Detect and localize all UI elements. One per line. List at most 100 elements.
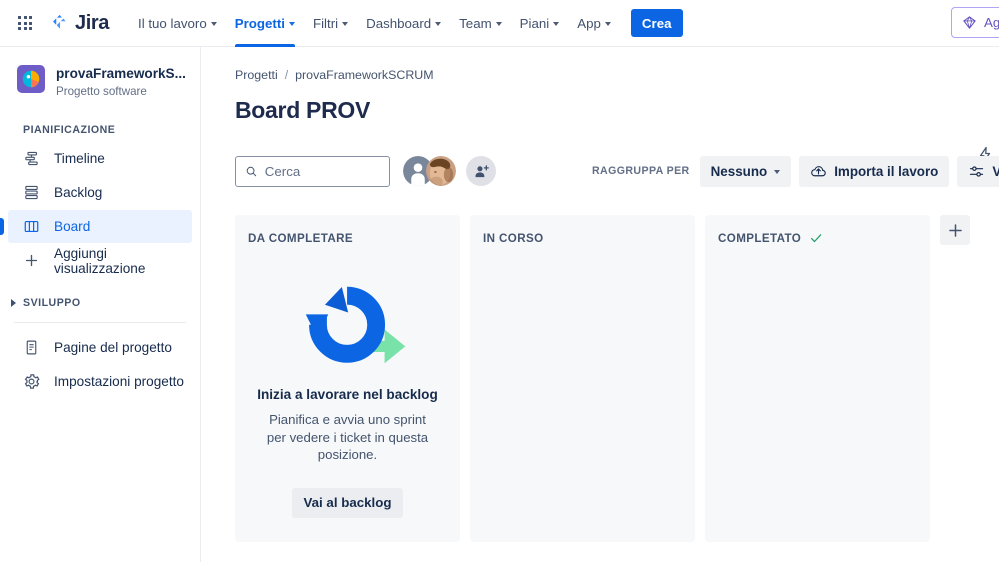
nav-label: Progetti: [234, 15, 285, 31]
timeline-icon: [25, 151, 38, 166]
page-title: Board PROV: [235, 96, 371, 123]
add-column-button[interactable]: [940, 215, 970, 245]
upgrade-button[interactable]: Ag: [951, 7, 999, 38]
sidebar-item-pagine-del-progetto[interactable]: Pagine del progetto: [8, 331, 192, 364]
avatar-photo-user[interactable]: [426, 156, 456, 186]
sidebar-item-aggiungi-visualizzazione[interactable]: Aggiungi visualizzazione: [8, 244, 192, 277]
nav-item-dashboard[interactable]: Dashboard: [357, 0, 450, 47]
nav-label: Il tuo lavoro: [138, 15, 207, 31]
nav-label: App: [577, 15, 601, 31]
nav-item-il-tuo-lavoro[interactable]: Il tuo lavoro: [129, 0, 226, 47]
right-controls-group: RAGGRUPPA PER Nessuno Importa il lavoro: [592, 155, 999, 187]
group-by-label: RAGGRUPPA PER: [592, 165, 690, 177]
sidebar-divider: [14, 322, 186, 323]
sidebar-item-timeline[interactable]: Timeline: [8, 142, 192, 175]
nav-item-progetti[interactable]: Progetti: [226, 0, 304, 47]
board-main-content: Progetti / provaFrameworkSCRUM Board PRO…: [201, 47, 999, 562]
chevron-down-icon: [495, 22, 502, 26]
chevron-right-icon: [11, 299, 16, 307]
diamond-icon: [963, 16, 976, 29]
board-columns-icon: [24, 220, 39, 233]
plus-icon: [25, 254, 38, 267]
sidebar-item-label: Impostazioni progetto: [54, 374, 184, 389]
search-input[interactable]: [264, 163, 380, 179]
nav-label: Team: [459, 15, 492, 31]
gear-icon: [24, 374, 40, 389]
sidebar-item-impostazioni-progetto[interactable]: Impostazioni progetto: [8, 365, 192, 398]
project-header[interactable]: provaFrameworkS... Progetto software: [0, 59, 200, 98]
board-column-completato[interactable]: COMPLETATO: [705, 215, 930, 542]
sidebar-item-label: Board: [54, 219, 91, 234]
sidebar-item-label: Aggiungi visualizzazione: [54, 245, 146, 276]
breadcrumb-separator: /: [284, 68, 289, 82]
jira-logo-text: Jira: [75, 11, 109, 34]
board-columns: DA COMPLETARE Inizia a lavorare nel back…: [235, 215, 999, 542]
primary-nav-items: Il tuo lavoro Progetti Filtri Dashboard …: [129, 0, 683, 47]
sidebar-item-board[interactable]: Board: [0, 210, 192, 243]
sidebar-item-backlog[interactable]: Backlog: [8, 176, 192, 209]
view-settings-label: Visualizza i: [992, 163, 999, 179]
empty-state-subtitle: Pianifica e avvia uno sprint per vedere …: [266, 412, 429, 462]
jira-home-link[interactable]: Jira: [50, 12, 109, 35]
nav-label: Filtri: [312, 15, 339, 31]
nav-label: Piani: [519, 15, 550, 31]
nav-item-team[interactable]: Team: [450, 0, 511, 47]
chevron-down-icon: [342, 22, 349, 26]
app-switcher-grid-icon[interactable]: [13, 11, 37, 35]
project-sidebar: provaFrameworkS... Progetto software PIA…: [0, 47, 201, 562]
title-row: Board PROV: [235, 93, 999, 127]
import-work-label: Importa il lavoro: [834, 163, 939, 179]
column-header: IN CORSO: [481, 228, 684, 248]
sidebar-item-label: Timeline: [54, 151, 105, 166]
view-settings-button[interactable]: Visualizza i: [957, 155, 999, 187]
column-header: COMPLETATO: [716, 228, 919, 248]
top-navigation-bar: Jira Il tuo lavoro Progetti Filtri Dashb…: [0, 0, 999, 47]
column-title: DA COMPLETARE: [248, 231, 354, 245]
plus-icon: [948, 223, 962, 237]
sidebar-section-label: SVILUPPO: [23, 297, 81, 309]
project-type: Progetto software: [56, 85, 147, 98]
column-title: IN CORSO: [483, 231, 544, 245]
cloud-upload-icon: [811, 165, 826, 176]
chevron-down-icon: [288, 22, 295, 26]
group-by-value: Nessuno: [710, 163, 768, 179]
board-controls-row: RAGGRUPPA PER Nessuno Importa il lavoro: [235, 155, 999, 187]
add-person-icon: [475, 164, 489, 177]
board-column-in-corso[interactable]: IN CORSO: [470, 215, 695, 542]
project-name: provaFrameworkS...: [56, 66, 186, 81]
chevron-down-icon: [435, 22, 442, 26]
search-input-wrapper[interactable]: [235, 155, 390, 187]
sliders-icon: [970, 165, 984, 177]
chevron-down-icon: [210, 22, 217, 26]
nav-item-app[interactable]: App: [568, 0, 620, 47]
sidebar-item-label: Backlog: [54, 185, 103, 200]
backlog-icon: [25, 185, 38, 200]
sidebar-section-sviluppo[interactable]: SVILUPPO: [0, 297, 200, 309]
group-by-dropdown[interactable]: Nessuno: [699, 155, 792, 187]
create-button[interactable]: Crea: [630, 9, 683, 37]
breadcrumb: Progetti / provaFrameworkSCRUM: [235, 68, 999, 82]
column-title: COMPLETATO: [718, 231, 802, 245]
avatar-group: [403, 156, 496, 186]
breadcrumb-current-project[interactable]: provaFrameworkSCRUM: [295, 68, 433, 82]
nav-label: Dashboard: [366, 15, 432, 31]
sidebar-item-label: Pagine del progetto: [54, 340, 172, 355]
sprint-loop-arrow-illustration: [305, 286, 405, 364]
breadcrumb-progetti[interactable]: Progetti: [235, 68, 278, 82]
chevron-down-icon: [604, 22, 611, 26]
column-header: DA COMPLETARE: [246, 228, 449, 248]
page-document-icon: [26, 340, 37, 355]
go-to-backlog-button[interactable]: Vai al backlog: [291, 487, 404, 518]
upgrade-label: Ag: [984, 15, 999, 30]
board-column-da-completare[interactable]: DA COMPLETARE Inizia a lavorare nel back…: [235, 215, 460, 542]
project-avatar-icon: [17, 65, 45, 93]
chevron-down-icon: [774, 170, 781, 174]
sidebar-section-pianificazione: PIANIFICAZIONE: [23, 124, 116, 136]
nav-item-filtri[interactable]: Filtri: [304, 0, 357, 47]
check-icon: [811, 234, 822, 243]
empty-state-title: Inizia a lavorare nel backlog: [257, 387, 438, 402]
nav-item-piani[interactable]: Piani: [511, 0, 569, 47]
import-work-button[interactable]: Importa il lavoro: [799, 155, 950, 187]
add-person-button[interactable]: [466, 156, 496, 186]
empty-state: Inizia a lavorare nel backlog Pianifica …: [246, 275, 449, 518]
